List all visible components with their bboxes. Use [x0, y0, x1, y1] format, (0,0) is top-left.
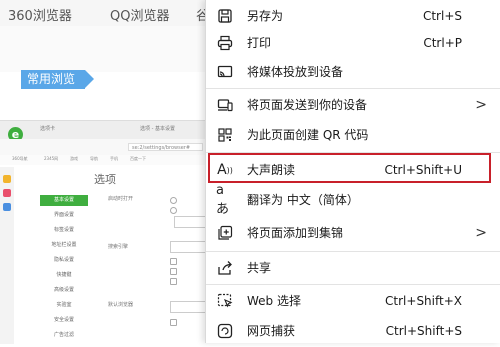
- menu-item-label: 网页捕获: [247, 324, 296, 338]
- screenshot-bookmark: 2345网: [44, 156, 59, 161]
- share-icon: [216, 259, 234, 277]
- settings-nav-item: 快捷键: [56, 272, 72, 278]
- menu-item-shortcut: Ctrl+P: [423, 36, 462, 50]
- screenshot-bookmark: 百度一下: [130, 156, 146, 161]
- settings-nav-item: 实验室: [56, 302, 72, 308]
- screenshot-title: 选项: [94, 173, 116, 186]
- menu-item-label: 共享: [247, 261, 272, 275]
- cast-icon: [216, 63, 234, 81]
- settings-nav-item: 界面设置: [53, 212, 74, 218]
- settings-nav-item: 安全设置: [53, 317, 74, 323]
- settings-nav-item: 标签设置: [53, 227, 74, 233]
- menu-item-shortcut: Ctrl+Shift+S: [385, 324, 462, 338]
- menu-item-shortcut: Ctrl+S: [422, 9, 462, 23]
- read-aloud-highlight-box: [208, 153, 491, 183]
- send-to-device-icon: [216, 96, 234, 114]
- screenshot-bookmark: 导航: [90, 156, 98, 161]
- save-icon: [216, 7, 234, 25]
- tab-qq-browser[interactable]: QQ浏览器: [110, 5, 169, 24]
- settings-nav-item: 高级设置: [53, 287, 74, 293]
- print-icon: [216, 34, 234, 52]
- menu-item-add-to-collections[interactable]: 将页面添加到集锦 >: [206, 217, 500, 249]
- browser-settings-screenshot: e 选项卡 选项 - 基本设置 se:2/settings/browser# 3…: [0, 120, 206, 344]
- menu-item-label: 打印: [247, 36, 272, 50]
- menu-item-create-qr-code[interactable]: 为此页面创建 QR 代码: [206, 119, 500, 151]
- menu-item-send-to-device[interactable]: 将页面发送到你的设备 >: [206, 89, 500, 121]
- menu-item-label: 将媒体投放到设备: [247, 65, 344, 79]
- menu-item-label: 将页面发送到你的设备: [247, 98, 368, 112]
- settings-label: 启动时打开: [108, 196, 134, 202]
- menu-item-label: 翻译为 中文（简体）: [247, 193, 359, 207]
- settings-nav-item: 隐私设置: [53, 257, 74, 263]
- settings-button: [170, 301, 206, 313]
- screenshot-bookmark: 游戏: [70, 156, 78, 161]
- screenshot-url: se:2/settings/browser#: [128, 143, 203, 151]
- menu-item-label: 为此页面创建 QR 代码: [247, 128, 369, 142]
- settings-radio: [170, 207, 177, 214]
- menu-item-cast-media[interactable]: 将媒体投放到设备: [206, 56, 500, 88]
- sidebar-app-icon: [3, 189, 11, 197]
- add-to-collection-icon: [216, 224, 234, 242]
- settings-checkbox: [170, 268, 177, 275]
- web-capture-icon: [216, 322, 234, 340]
- screenshot-tab-2: 选项 - 基本设置: [140, 126, 175, 132]
- sidebar-app-icon: [3, 175, 11, 183]
- menu-item-label: 将页面添加到集锦: [247, 226, 344, 240]
- settings-nav-item: 广告过滤: [53, 332, 74, 338]
- settings-nav-item: 地址栏设置: [51, 242, 77, 248]
- menu-item-share[interactable]: 共享: [206, 252, 500, 284]
- translate-icon: aあ: [216, 183, 230, 217]
- menu-item-shortcut: Ctrl+Shift+X: [385, 294, 462, 308]
- screenshot-sidebar: [0, 167, 14, 344]
- menu-item-translate[interactable]: aあ 翻译为 中文（简体）: [206, 183, 500, 217]
- tab-360-browser[interactable]: 360浏览器: [8, 5, 72, 24]
- settings-checkbox: [170, 258, 177, 265]
- menu-item-web-select[interactable]: Web 选择 Ctrl+Shift+X: [206, 285, 500, 317]
- qr-code-icon: [216, 126, 234, 144]
- screenshot-bookmark: 手机: [110, 156, 118, 161]
- settings-select: [170, 241, 206, 253]
- settings-radio: [170, 197, 177, 204]
- screenshot-settings-nav: 基本设置 界面设置 标签设置 地址栏设置 隐私设置 快捷键 高级设置 实验室 安…: [40, 195, 88, 344]
- screenshot-bookmark: 360导航: [12, 156, 28, 161]
- menu-item-web-capture[interactable]: 网页捕获 Ctrl+Shift+S: [206, 315, 500, 347]
- settings-label: 搜索引擎: [108, 244, 129, 250]
- chevron-right-icon: >: [475, 225, 487, 241]
- sidebar-app-icon: [3, 203, 11, 211]
- settings-checkbox: [170, 278, 177, 285]
- section-tag: 常用浏览: [21, 70, 95, 89]
- web-select-icon: [216, 292, 234, 310]
- settings-nav-item: 基本设置: [40, 195, 88, 206]
- menu-item-print[interactable]: 打印 Ctrl+P: [206, 27, 500, 59]
- screenshot-tab-1: 选项卡: [40, 126, 56, 132]
- menu-item-label: 另存为: [247, 9, 284, 23]
- chevron-right-icon: >: [475, 97, 487, 113]
- settings-checkbox: [170, 319, 177, 326]
- settings-label: 默认浏览器: [108, 302, 134, 308]
- menu-item-label: Web 选择: [247, 294, 301, 308]
- settings-input: [174, 216, 206, 228]
- screenshot-bookmark-bar: [0, 155, 205, 165]
